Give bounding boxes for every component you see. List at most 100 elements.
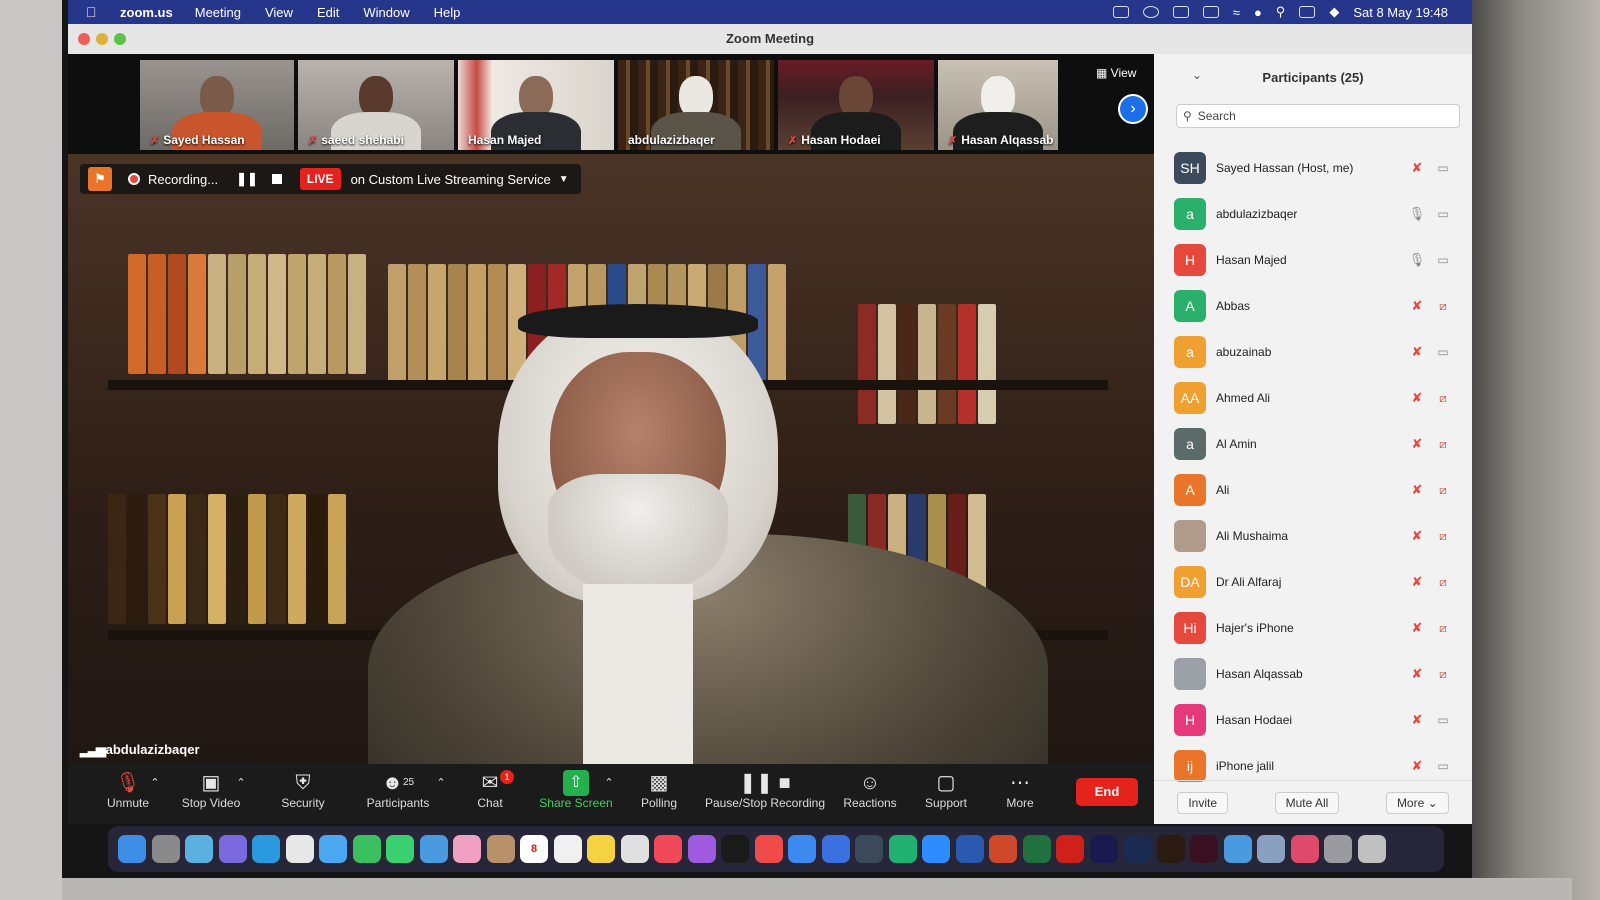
camera-off-icon[interactable]: ⧄ bbox=[1432, 575, 1454, 590]
dock-finder-window-icon[interactable] bbox=[1257, 835, 1285, 863]
participant-row[interactable]: A Ali ✘ ⧄ bbox=[1174, 468, 1454, 512]
siri-icon[interactable]: ◆ bbox=[1329, 4, 1339, 20]
mute-all-button[interactable]: Mute All bbox=[1274, 791, 1340, 814]
dock-quicktime-icon[interactable] bbox=[855, 835, 883, 863]
dock-premiere-icon[interactable] bbox=[1089, 835, 1118, 863]
dock-podcasts-icon[interactable] bbox=[687, 835, 716, 863]
spotlight-icon[interactable]: ⚲ bbox=[1276, 4, 1286, 20]
dock-trash-icon[interactable] bbox=[1357, 835, 1386, 863]
security-shield-icon[interactable]: ⚑ bbox=[88, 167, 112, 191]
menu-window[interactable]: Window bbox=[363, 5, 409, 20]
participant-row[interactable]: Hi Hajer's iPhone ✘ ⧄ bbox=[1174, 606, 1454, 650]
maximize-window-button[interactable] bbox=[114, 33, 126, 45]
reactions-button[interactable]: ☺ Reactions bbox=[838, 770, 902, 810]
video-tile-active-speaker[interactable]: abdulazizbaqer bbox=[618, 60, 774, 150]
camera-off-icon[interactable]: ⧄ bbox=[1432, 621, 1454, 636]
menu-help[interactable]: Help bbox=[434, 5, 461, 20]
camera-off-icon[interactable]: ⧄ bbox=[1432, 299, 1454, 314]
mic-muted-icon[interactable]: ✘ bbox=[1408, 298, 1426, 314]
dock-news-icon[interactable] bbox=[754, 835, 783, 863]
video-tile[interactable]: ✗ Hasan Alqassab bbox=[938, 60, 1058, 150]
mic-muted-icon[interactable]: ✘ bbox=[1408, 160, 1426, 176]
menu-app-name[interactable]: zoom.us bbox=[120, 5, 173, 20]
dock-contacts-icon[interactable] bbox=[486, 835, 515, 863]
live-stream-label[interactable]: on Custom Live Streaming Service bbox=[351, 172, 551, 187]
mic-icon[interactable]: 🎙 bbox=[1408, 252, 1426, 268]
video-tile[interactable]: ✗ Hasan Hodaei bbox=[778, 60, 934, 150]
dock-excel-icon[interactable] bbox=[1022, 835, 1051, 863]
dock-app-store-icon[interactable] bbox=[788, 835, 816, 863]
dock-mail-icon[interactable] bbox=[319, 835, 347, 863]
apple-menu-icon[interactable]:  bbox=[86, 4, 104, 20]
creative-cloud-icon[interactable] bbox=[1142, 6, 1159, 18]
participant-row[interactable]: DA Dr Ali Alfaraj ✘ ⧄ bbox=[1174, 560, 1454, 604]
user-switch-icon[interactable]: ● bbox=[1254, 5, 1262, 20]
camera-icon[interactable]: ▭ bbox=[1432, 161, 1454, 175]
camera-off-icon[interactable]: ⧄ bbox=[1432, 437, 1454, 452]
participant-row[interactable]: a Al Amin ✘ ⧄ bbox=[1174, 422, 1454, 466]
dock-illustrator-icon[interactable] bbox=[1156, 835, 1185, 863]
participant-row[interactable]: SH Sayed Hassan (Host, me) ✘ ▭ bbox=[1174, 146, 1454, 190]
close-window-button[interactable] bbox=[78, 33, 90, 45]
mic-muted-icon[interactable]: ✘ bbox=[1408, 482, 1426, 498]
pause-recording-icon[interactable]: ❚❚ bbox=[236, 171, 258, 187]
mic-muted-icon[interactable]: ✘ bbox=[1408, 666, 1426, 682]
camera-icon[interactable]: ▭ bbox=[1432, 759, 1454, 773]
dock-remote-icon[interactable] bbox=[1223, 835, 1252, 863]
security-button[interactable]: ⛨ Security bbox=[273, 770, 333, 810]
dock-safari-icon[interactable] bbox=[252, 835, 280, 863]
camera-icon[interactable]: ▭ bbox=[1432, 207, 1454, 221]
chat-button[interactable]: ✉ 1 Chat bbox=[470, 770, 514, 810]
battery-icon[interactable] bbox=[1202, 6, 1219, 18]
dock-creative-cloud-icon[interactable] bbox=[1290, 835, 1319, 863]
dock-downloads-icon[interactable] bbox=[1324, 835, 1352, 863]
camera-off-icon[interactable]: ⧄ bbox=[1432, 667, 1454, 682]
participants-options-caret[interactable]: ⌃ bbox=[434, 770, 448, 796]
participant-row[interactable]: Ali Mushaima ✘ ⧄ bbox=[1174, 514, 1454, 558]
dock-facetime-icon[interactable] bbox=[352, 835, 381, 863]
dock-freeform-icon[interactable] bbox=[620, 835, 649, 863]
dock-word-icon[interactable] bbox=[955, 835, 984, 863]
dock-indesign-icon[interactable] bbox=[1190, 835, 1218, 863]
pause-stop-recording-button[interactable]: ❚❚ ■ Pause/Stop Recording bbox=[700, 770, 830, 810]
participant-row[interactable]: H Hasan Hodaei ✘ ▭ bbox=[1174, 698, 1454, 742]
user-status-icon[interactable] bbox=[1172, 6, 1189, 18]
dock-powerpoint-icon[interactable] bbox=[989, 835, 1017, 863]
camera-off-icon[interactable]: ⧄ bbox=[1432, 391, 1454, 406]
mic-muted-icon[interactable]: ✘ bbox=[1408, 390, 1426, 406]
mic-muted-icon[interactable]: ✘ bbox=[1408, 528, 1426, 544]
mic-muted-icon[interactable]: ✘ bbox=[1408, 574, 1426, 590]
mic-icon[interactable]: 🎙 bbox=[1408, 206, 1426, 222]
dock-grammarly-icon[interactable] bbox=[888, 835, 917, 863]
dock-acrobat-icon[interactable] bbox=[1056, 835, 1084, 863]
video-tile[interactable]: ✗ Sayed Hassan bbox=[140, 60, 294, 150]
dock-notes-icon[interactable] bbox=[587, 835, 615, 863]
mic-muted-icon[interactable]: ✘ bbox=[1408, 758, 1426, 774]
next-page-button[interactable]: › bbox=[1118, 94, 1148, 124]
dock-photoshop-icon[interactable] bbox=[1123, 835, 1151, 863]
control-center-icon[interactable] bbox=[1299, 6, 1316, 18]
share-options-caret[interactable]: ⌃ bbox=[602, 770, 616, 796]
menu-meeting[interactable]: Meeting bbox=[195, 5, 241, 20]
participant-search-input[interactable]: ⚲ Search bbox=[1176, 104, 1460, 128]
video-options-caret[interactable]: ⌃ bbox=[234, 770, 248, 796]
participant-row[interactable]: a abuzainab ✘ ▭ bbox=[1174, 330, 1454, 374]
participant-row[interactable]: a abdulazizbaqer 🎙 ▭ bbox=[1174, 192, 1454, 236]
dock-maps-icon[interactable] bbox=[419, 835, 448, 863]
camera-icon[interactable]: ▭ bbox=[1432, 345, 1454, 359]
main-video[interactable]: ⚑ Recording... ❚❚ LIVE on Custom Live St… bbox=[68, 154, 1154, 764]
menu-clock[interactable]: Sat 8 May 19:48 bbox=[1353, 5, 1448, 20]
dock-tv-icon[interactable] bbox=[721, 835, 749, 863]
polling-button[interactable]: ▩ Polling bbox=[633, 770, 685, 810]
camera-off-icon[interactable]: ⧄ bbox=[1432, 483, 1454, 498]
mic-muted-icon[interactable]: ✘ bbox=[1408, 344, 1426, 360]
mic-muted-icon[interactable]: ✘ bbox=[1408, 620, 1426, 636]
end-meeting-button[interactable]: End bbox=[1076, 778, 1138, 806]
menu-edit[interactable]: Edit bbox=[317, 5, 339, 20]
participants-button[interactable]: ☻25 Participants bbox=[358, 770, 438, 810]
participant-row[interactable]: H Hasan Majed 🎙 ▭ bbox=[1174, 238, 1454, 282]
wifi-icon[interactable]: ≈ bbox=[1233, 5, 1240, 20]
dock-music-icon[interactable] bbox=[654, 835, 682, 863]
dock-zoom-icon[interactable] bbox=[922, 835, 950, 863]
dock-system-preferences-icon[interactable] bbox=[151, 835, 180, 863]
